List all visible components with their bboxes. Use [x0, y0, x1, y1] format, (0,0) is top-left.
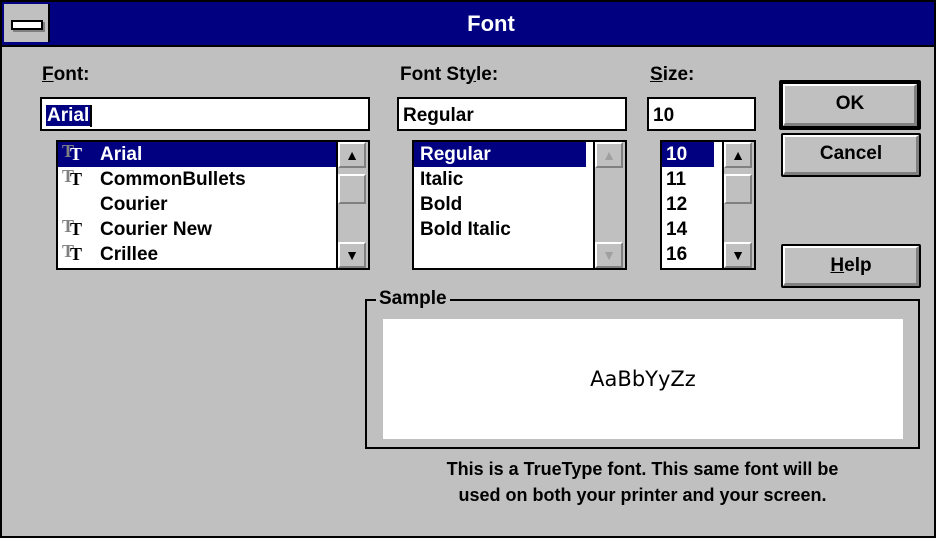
- list-item-label: 12: [666, 194, 688, 215]
- list-item-label: Courier New: [100, 219, 212, 240]
- size-input[interactable]: 10: [647, 97, 756, 131]
- scroll-thumb[interactable]: [724, 174, 752, 204]
- font-style-list-scrollbar[interactable]: ▲ ▼: [593, 142, 625, 268]
- sample-group-title: Sample: [376, 288, 450, 310]
- font-style-list[interactable]: Regular Italic Bold Bold Italic ▲ ▼: [412, 140, 627, 270]
- list-item-label: Italic: [420, 169, 464, 190]
- truetype-icon: TT: [62, 241, 82, 264]
- ok-button[interactable]: OK: [779, 80, 921, 130]
- title-bar[interactable]: Font: [2, 2, 934, 47]
- scroll-up-icon[interactable]: ▲: [724, 142, 752, 168]
- list-item[interactable]: 12: [662, 192, 714, 217]
- list-item-label: Bold Italic: [420, 219, 511, 240]
- scroll-thumb[interactable]: [338, 174, 366, 204]
- list-item[interactable]: 10: [662, 142, 714, 167]
- list-item[interactable]: T T CommonBullets: [58, 166, 338, 192]
- list-item[interactable]: Regular: [414, 142, 586, 167]
- font-dialog: Font Font: Arial T T Arial T T CommonBullets C…: [0, 0, 936, 538]
- sample-text: AaBbYyZz: [590, 367, 696, 391]
- window-title: Font: [467, 11, 515, 36]
- size-list[interactable]: 10 11 12 14 16 ▲ ▼: [660, 140, 756, 270]
- scroll-down-icon[interactable]: ▼: [724, 242, 752, 268]
- truetype-icon: TT: [62, 166, 82, 189]
- list-item-label: 11: [666, 169, 687, 190]
- font-label: Font:: [42, 64, 90, 85]
- list-item-label: 16: [666, 244, 688, 265]
- font-list[interactable]: T T Arial T T CommonBullets Courier T T Courier N…: [56, 140, 370, 270]
- list-item[interactable]: T T Crillee: [58, 241, 338, 267]
- list-item-label: Arial: [100, 144, 143, 165]
- system-menu-button[interactable]: [4, 4, 50, 42]
- list-item[interactable]: T T Arial: [58, 142, 338, 167]
- list-item[interactable]: Italic: [414, 167, 586, 192]
- list-item-label: Crillee: [100, 244, 159, 265]
- list-item-label: Courier: [100, 194, 168, 215]
- scroll-up-icon[interactable]: ▲: [595, 142, 623, 168]
- list-item-label: 10: [666, 144, 688, 165]
- scroll-up-icon[interactable]: ▲: [338, 142, 366, 168]
- list-item[interactable]: 16: [662, 242, 714, 267]
- system-menu-icon: [11, 20, 43, 30]
- list-item-label: 14: [666, 219, 688, 240]
- cancel-button[interactable]: Cancel: [781, 133, 921, 177]
- font-name-value: Arial: [46, 105, 91, 126]
- list-item[interactable]: Bold: [414, 192, 586, 217]
- font-description-line-2: used on both your printer and your scree…: [458, 485, 827, 505]
- list-item[interactable]: Courier: [58, 192, 338, 217]
- list-item-label: Regular: [420, 144, 491, 165]
- size-label: Size:: [650, 64, 695, 85]
- font-list-scrollbar[interactable]: ▲ ▼: [336, 142, 368, 268]
- list-item[interactable]: 11: [662, 167, 714, 192]
- list-item-label: CommonBullets: [100, 169, 246, 190]
- list-item[interactable]: Bold Italic: [414, 217, 586, 242]
- font-name-input[interactable]: Arial: [40, 97, 370, 131]
- font-style-input[interactable]: Regular: [397, 97, 627, 131]
- scroll-down-icon[interactable]: ▼: [338, 242, 366, 268]
- font-description-line-1: This is a TrueType font. This same font …: [446, 459, 839, 479]
- list-item[interactable]: 14: [662, 217, 714, 242]
- size-list-scrollbar[interactable]: ▲ ▼: [722, 142, 754, 268]
- help-button[interactable]: Help: [781, 244, 921, 288]
- text-caret: [90, 104, 93, 127]
- list-item[interactable]: T T Courier New: [58, 216, 338, 242]
- list-item-label: Bold: [420, 194, 463, 215]
- font-style-label: Font Style:: [400, 64, 499, 85]
- scroll-down-icon[interactable]: ▼: [595, 242, 623, 268]
- sample-preview: AaBbYyZz: [383, 319, 903, 439]
